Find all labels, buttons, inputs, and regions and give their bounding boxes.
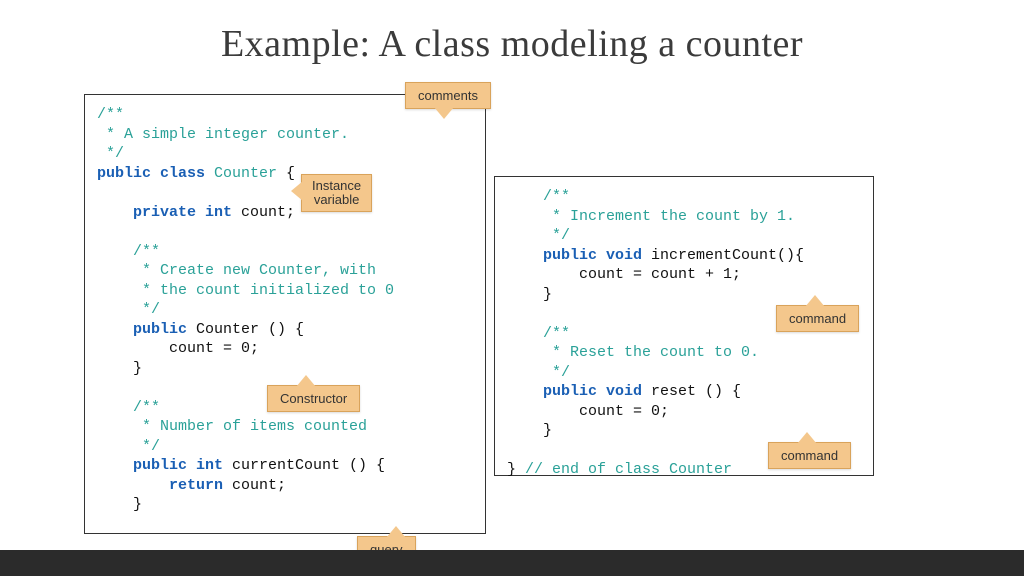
code-text: count; — [232, 204, 295, 221]
code-line: /** — [507, 325, 570, 342]
code-line: } — [507, 286, 552, 303]
code-line: * Reset the count to 0. — [507, 344, 759, 361]
slide-title: Example: A class modeling a counter — [0, 0, 1024, 66]
code-line: * Increment the count by 1. — [507, 208, 795, 225]
code-classname: Counter — [205, 165, 277, 182]
code-text: reset () { — [642, 383, 741, 400]
code-text: { — [277, 165, 295, 182]
code-keyword: public — [97, 321, 187, 338]
callout-command-1: command — [776, 305, 859, 332]
code-text: } — [507, 461, 525, 478]
code-line: */ — [97, 301, 160, 318]
code-line: /** — [97, 243, 160, 260]
code-line: } — [97, 360, 142, 377]
callout-comments: comments — [405, 82, 491, 109]
code-line: } — [97, 496, 142, 513]
code-line: count = 0; — [97, 340, 259, 357]
code-container: /** * A simple integer counter. */ publi… — [84, 94, 940, 538]
code-text: incrementCount(){ — [642, 247, 804, 264]
code-text: currentCount () { — [223, 457, 385, 474]
code-line: */ — [97, 438, 160, 455]
callout-command-2: command — [768, 442, 851, 469]
code-line: * Create new Counter, with — [97, 262, 376, 279]
code-line: /** — [507, 188, 570, 205]
code-line: /** — [97, 106, 124, 123]
callout-constructor: Constructor — [267, 385, 360, 412]
code-line: } — [507, 422, 552, 439]
code-text: Counter () { — [187, 321, 304, 338]
code-comment: // end of class Counter — [525, 461, 732, 478]
footer-bar — [0, 550, 1024, 576]
code-keyword: public class — [97, 165, 205, 182]
code-keyword: private int — [97, 204, 232, 221]
code-line: */ — [97, 145, 124, 162]
code-text: count; — [223, 477, 286, 494]
code-keyword: public int — [97, 457, 223, 474]
code-line: * A simple integer counter. — [97, 126, 349, 143]
code-line: */ — [507, 227, 570, 244]
code-keyword: return — [97, 477, 223, 494]
code-keyword: public void — [507, 247, 642, 264]
code-line: /** — [97, 399, 160, 416]
code-line: * Number of items counted — [97, 418, 367, 435]
code-line: count = count + 1; — [507, 266, 741, 283]
code-keyword: public void — [507, 383, 642, 400]
code-line: */ — [507, 364, 570, 381]
code-line: * the count initialized to 0 — [97, 282, 394, 299]
callout-instance-variable: Instance variable — [301, 174, 372, 212]
code-line: count = 0; — [507, 403, 669, 420]
code-box-left: /** * A simple integer counter. */ publi… — [84, 94, 486, 534]
